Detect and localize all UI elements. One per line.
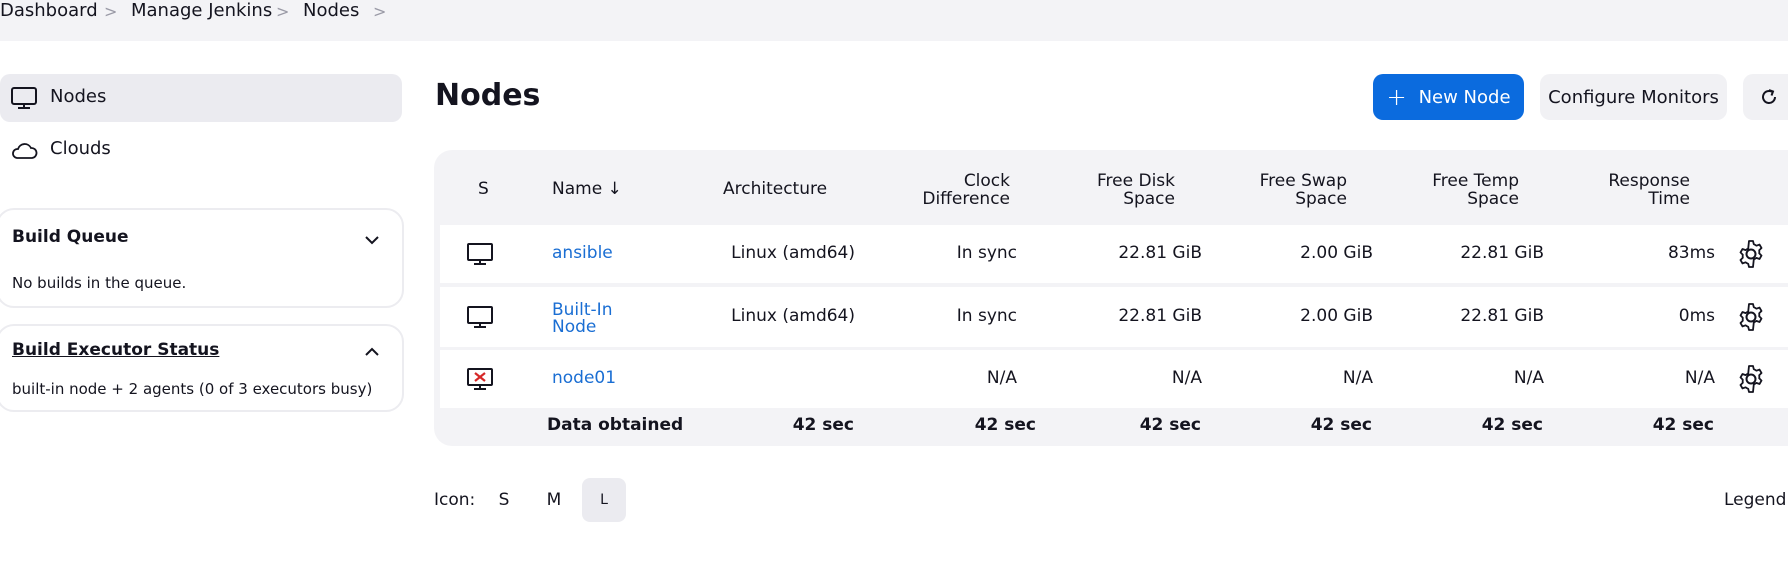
node-free-swap: 2.00 GiB [1300, 243, 1373, 263]
page-title: Nodes [435, 78, 541, 113]
table-row: ansible Linux (amd64) In sync 22.81 GiB … [440, 225, 1788, 283]
build-executor-title[interactable]: Build Executor Status [12, 340, 219, 360]
node-architecture: Linux (amd64) [731, 306, 855, 326]
icon-size-small-button[interactable]: S [482, 478, 526, 522]
node-response-time: 83ms [1667, 243, 1715, 263]
refresh-icon [1762, 89, 1776, 104]
node-architecture: Linux (amd64) [731, 243, 855, 263]
build-queue-panel: Build Queue No builds in the queue. [0, 208, 404, 308]
node-clock-difference: N/A [986, 368, 1017, 388]
column-header-status[interactable]: S [478, 180, 489, 198]
breadcrumb-nodes[interactable]: Nodes [303, 0, 359, 21]
node-name-link[interactable]: ansible [552, 243, 613, 263]
column-header-name[interactable]: Name ↓ [552, 180, 622, 198]
column-header-label: Response [1608, 171, 1690, 191]
breadcrumb: Dashboard > Manage Jenkins > Nodes > [0, 0, 1788, 41]
gear-icon[interactable] [1736, 239, 1766, 269]
sidebar-item-clouds[interactable]: Clouds [0, 126, 402, 174]
chevron-right-icon[interactable]: > [373, 2, 386, 21]
chevron-right-icon: > [276, 2, 290, 21]
column-header-free-temp-space[interactable]: Free Temp Space [1389, 172, 1519, 208]
column-header-label: Free Disk [1097, 171, 1175, 191]
column-header-free-swap-space[interactable]: Free Swap Space [1217, 172, 1347, 208]
breadcrumb-manage-jenkins[interactable]: Manage Jenkins [131, 0, 272, 21]
node-clock-difference: In sync [956, 306, 1017, 326]
build-executor-panel: Build Executor Status built-in node + 2 … [0, 324, 404, 412]
node-clock-difference: In sync [956, 243, 1017, 263]
gear-icon[interactable] [1736, 302, 1766, 332]
data-obtained-clock: 42 sec [974, 415, 1036, 435]
legend-link[interactable]: Legend [1724, 490, 1786, 510]
column-header-label: Space [1123, 189, 1175, 209]
refresh-status-button[interactable] [1743, 74, 1788, 120]
breadcrumb-dashboard[interactable]: Dashboard [0, 0, 98, 21]
node-name-line: Node [552, 317, 597, 337]
node-name-link[interactable]: node01 [552, 368, 616, 388]
column-header-free-disk-space[interactable]: Free Disk Space [1045, 172, 1175, 208]
icon-size-medium-button[interactable]: M [532, 478, 576, 522]
chevron-right-icon: > [104, 2, 118, 21]
node-free-swap: 2.00 GiB [1300, 306, 1373, 326]
node-free-temp: N/A [1513, 368, 1544, 388]
column-header-label: Space [1295, 189, 1347, 209]
sidebar-item-label: Nodes [50, 86, 107, 107]
node-response-time: N/A [1684, 368, 1715, 388]
column-header-clock-difference[interactable]: Clock Difference [880, 172, 1010, 208]
data-obtained-response: 42 sec [1652, 415, 1714, 435]
node-free-disk: 22.81 GiB [1118, 306, 1202, 326]
node-name-link[interactable]: Built-In Node [552, 302, 612, 336]
table-row: Built-In Node Linux (amd64) In sync 22.8… [440, 287, 1788, 347]
column-header-label: Difference [922, 189, 1010, 209]
table-row: node01 N/A N/A N/A N/A N/A [440, 350, 1788, 408]
new-node-button[interactable]: + New Node [1373, 74, 1524, 120]
node-free-swap: N/A [1342, 368, 1373, 388]
column-header-label: Space [1467, 189, 1519, 209]
data-obtained-label: Data obtained [547, 415, 684, 435]
configure-monitors-button[interactable]: Configure Monitors [1540, 74, 1727, 120]
column-header-label: Free Temp [1432, 171, 1519, 191]
new-node-label: New Node [1418, 86, 1511, 108]
offline-computer-icon [467, 368, 493, 390]
node-free-temp: 22.81 GiB [1460, 243, 1544, 263]
icon-size-large-button[interactable]: L [582, 478, 626, 522]
cloud-icon [12, 143, 38, 159]
data-obtained-disk: 42 sec [1139, 415, 1201, 435]
node-response-time: 0ms [1678, 306, 1715, 326]
configure-monitors-label: Configure Monitors [1548, 86, 1719, 108]
build-executor-summary: built-in node + 2 agents (0 of 3 executo… [12, 380, 373, 398]
node-free-disk: N/A [1171, 368, 1202, 388]
node-free-temp: 22.81 GiB [1460, 306, 1544, 326]
data-obtained-swap: 42 sec [1310, 415, 1372, 435]
data-obtained-temp: 42 sec [1481, 415, 1543, 435]
plus-icon: + [1386, 83, 1407, 111]
column-header-label: Clock [963, 171, 1010, 191]
gear-icon[interactable] [1736, 364, 1766, 394]
sidebar-item-nodes[interactable]: Nodes [0, 74, 402, 122]
sidebar-item-label: Clouds [50, 138, 111, 159]
icon-size-label: Icon: [434, 490, 476, 510]
computer-icon [11, 87, 37, 109]
chevron-down-icon[interactable] [364, 232, 380, 248]
column-header-architecture[interactable]: Architecture [723, 180, 827, 198]
node-free-disk: 22.81 GiB [1118, 243, 1202, 263]
column-header-label: Time [1648, 189, 1690, 209]
computer-icon [467, 306, 493, 328]
chevron-up-icon[interactable] [364, 344, 380, 360]
build-queue-empty-text: No builds in the queue. [12, 274, 187, 292]
build-queue-title: Build Queue [12, 227, 129, 247]
computer-icon [467, 243, 493, 265]
column-header-response-time[interactable]: Response Time [1560, 172, 1690, 208]
data-obtained-architecture: 42 sec [792, 415, 854, 435]
column-header-label: Free Swap [1259, 171, 1347, 191]
